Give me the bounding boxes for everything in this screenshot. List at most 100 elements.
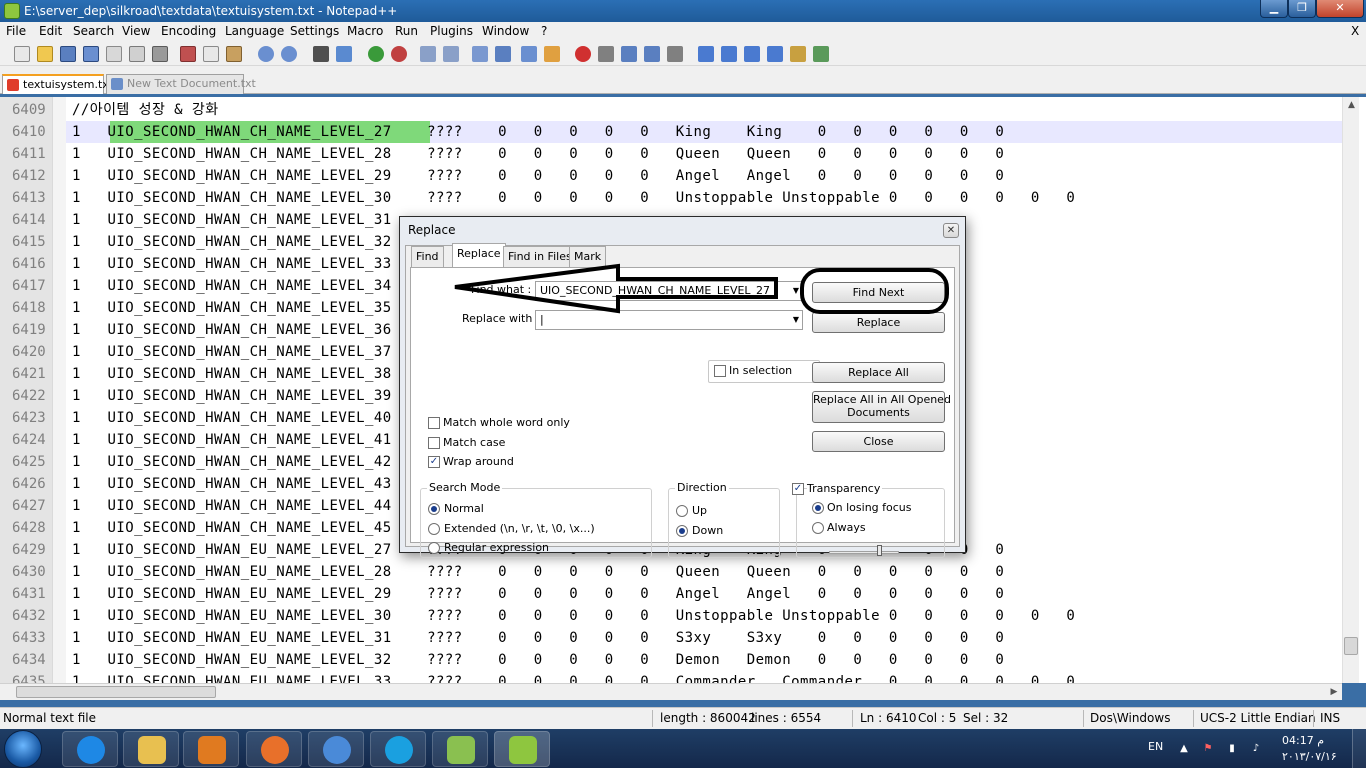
redo-icon[interactable] (281, 46, 297, 62)
vertical-scrollbar[interactable]: ▲ (1342, 97, 1359, 683)
menu-macro[interactable]: Macro (347, 24, 383, 38)
record-macro-icon[interactable] (575, 46, 591, 62)
spell-check-icon[interactable] (813, 46, 829, 62)
clock-time[interactable]: 04:17 م (1282, 734, 1324, 747)
code-line[interactable]: 6430 1 UIO_SECOND_HWAN_EU_NAME_LEVEL_28 ?… (0, 561, 1342, 583)
direction-up-radio[interactable] (676, 505, 688, 517)
sync-horizontal-icon[interactable] (443, 46, 459, 62)
collapse-icon[interactable] (698, 46, 714, 62)
stop-macro-icon[interactable] (598, 46, 614, 62)
replace-all-button[interactable]: Replace All (812, 362, 945, 383)
save-all-icon[interactable] (83, 46, 99, 62)
replace-all-in-opened-documents-button[interactable]: Replace All in All Opened Documents (812, 391, 951, 423)
input-language[interactable]: EN (1148, 740, 1163, 753)
zoom-out-icon[interactable] (391, 46, 407, 62)
volume-icon[interactable]: ♪ (1250, 743, 1262, 755)
match-case-checkbox[interactable] (428, 437, 440, 449)
always-radio[interactable] (812, 522, 824, 534)
chevron-down-icon[interactable]: ▼ (793, 311, 799, 329)
replace-with-input[interactable]: | ▼ (535, 310, 803, 330)
taskbar-tools[interactable] (432, 731, 488, 767)
on-losing-focus-radio[interactable] (812, 502, 824, 514)
horizontal-scrollbar[interactable]: ▶ (0, 683, 1342, 700)
network-icon[interactable]: ▮ (1226, 743, 1238, 755)
show-hidden-icons-icon[interactable]: ▲ (1178, 743, 1190, 755)
code-line[interactable]: 6434 1 UIO_SECOND_HWAN_EU_NAME_LEVEL_32 ?… (0, 649, 1342, 671)
menu-run[interactable]: Run (395, 24, 418, 38)
menu-plugins[interactable]: Plugins (430, 24, 473, 38)
taskbar-internet-explorer[interactable] (62, 731, 118, 767)
save-icon[interactable] (60, 46, 76, 62)
minimize-button[interactable]: ▁ (1260, 0, 1288, 18)
taskbar-media-player[interactable] (183, 731, 239, 767)
word-wrap-icon[interactable] (472, 46, 488, 62)
vertical-scroll-thumb[interactable] (1344, 637, 1358, 655)
menu-window[interactable]: Window (482, 24, 529, 38)
menu-help[interactable]: ? (541, 24, 547, 38)
transparency-slider[interactable] (829, 551, 899, 554)
replace-icon[interactable] (336, 46, 352, 62)
run-macro-multiple-icon[interactable] (644, 46, 660, 62)
transparency-slider-thumb[interactable] (877, 545, 882, 556)
menu-search[interactable]: Search (73, 24, 114, 38)
code-line[interactable]: 6410 1 UIO_SECOND_HWAN_CH_NAME_LEVEL_27 ?… (0, 121, 1342, 143)
close-document-button[interactable]: X (1351, 24, 1359, 38)
down-arrow-icon[interactable] (744, 46, 760, 62)
menu-view[interactable]: View (122, 24, 150, 38)
taskbar-notepad-plus-plus[interactable] (494, 731, 550, 767)
transparency-checkbox[interactable]: ✓ (792, 483, 804, 495)
taskbar-network-app[interactable] (308, 731, 364, 767)
action-center-icon[interactable]: ⚑ (1202, 743, 1214, 755)
code-line[interactable]: 6412 1 UIO_SECOND_HWAN_CH_NAME_LEVEL_29 ?… (0, 165, 1342, 187)
menu-file[interactable]: File (6, 24, 26, 38)
maximize-button[interactable]: ❐ (1288, 0, 1316, 18)
paste-icon[interactable] (226, 46, 242, 62)
taskbar-file-explorer[interactable] (123, 731, 179, 767)
copy-icon[interactable] (203, 46, 219, 62)
tab-replace[interactable]: Replace (452, 243, 506, 268)
plugin-icon[interactable] (790, 46, 806, 62)
print-icon[interactable] (152, 46, 168, 62)
code-line[interactable]: 6411 1 UIO_SECOND_HWAN_CH_NAME_LEVEL_28 ?… (0, 143, 1342, 165)
new-file-icon[interactable] (14, 46, 30, 62)
open-file-icon[interactable] (37, 46, 53, 62)
show-desktop-button[interactable] (1352, 729, 1366, 768)
play-macro-icon[interactable] (621, 46, 637, 62)
mode-extended-radio[interactable] (428, 523, 440, 535)
code-line[interactable]: 6409 //아이템 성장 & 강화 (0, 99, 1342, 121)
tab-find[interactable]: Find (411, 246, 444, 267)
sort-icon[interactable] (767, 46, 783, 62)
clock-date[interactable]: ۲۰۱۳/۰۷/۱۶ (1282, 750, 1337, 763)
user-language-icon[interactable] (544, 46, 560, 62)
show-all-characters-icon[interactable] (495, 46, 511, 62)
tab-new-text-document[interactable]: New Text Document.txt (106, 74, 256, 94)
find-next-button[interactable]: Find Next (812, 282, 945, 303)
chevron-down-icon[interactable]: ▼ (793, 282, 799, 300)
start-button[interactable] (4, 730, 42, 768)
match-whole-word-checkbox[interactable] (428, 417, 440, 429)
dialog-close-button[interactable]: ✕ (943, 223, 959, 238)
find-icon[interactable] (313, 46, 329, 62)
mode-regex-radio[interactable] (428, 542, 440, 554)
find-what-input[interactable]: UIO_SECOND_HWAN_CH_NAME_LEVEL_27 ▼ (535, 281, 803, 301)
scroll-up-icon[interactable]: ▲ (1343, 97, 1360, 114)
code-line[interactable]: 6435 1 UIO_SECOND_HWAN_EU_NAME_LEVEL_33 ?… (0, 671, 1342, 683)
taskbar-firefox[interactable] (246, 731, 302, 767)
dialog-close-action-button[interactable]: Close (812, 431, 945, 452)
code-line[interactable]: 6432 1 UIO_SECOND_HWAN_EU_NAME_LEVEL_30 ?… (0, 605, 1342, 627)
close-window-button[interactable]: ✕ (1316, 0, 1364, 18)
tab-textuisystem[interactable]: textuisystem.txt (2, 74, 113, 94)
direction-down-radio[interactable] (676, 525, 688, 537)
save-macro-icon[interactable] (667, 46, 683, 62)
horizontal-scroll-thumb[interactable] (16, 686, 216, 698)
code-line[interactable]: 6413 1 UIO_SECOND_HWAN_CH_NAME_LEVEL_30 ?… (0, 187, 1342, 209)
mode-normal-radio[interactable] (428, 503, 440, 515)
tab-find-in-files[interactable]: Find in Files (503, 246, 577, 267)
replace-button[interactable]: Replace (812, 312, 945, 333)
close-all-icon[interactable] (129, 46, 145, 62)
indent-guide-icon[interactable] (521, 46, 537, 62)
cut-icon[interactable] (180, 46, 196, 62)
in-selection-checkbox[interactable] (714, 365, 726, 377)
menu-settings[interactable]: Settings (290, 24, 339, 38)
zoom-in-icon[interactable] (368, 46, 384, 62)
